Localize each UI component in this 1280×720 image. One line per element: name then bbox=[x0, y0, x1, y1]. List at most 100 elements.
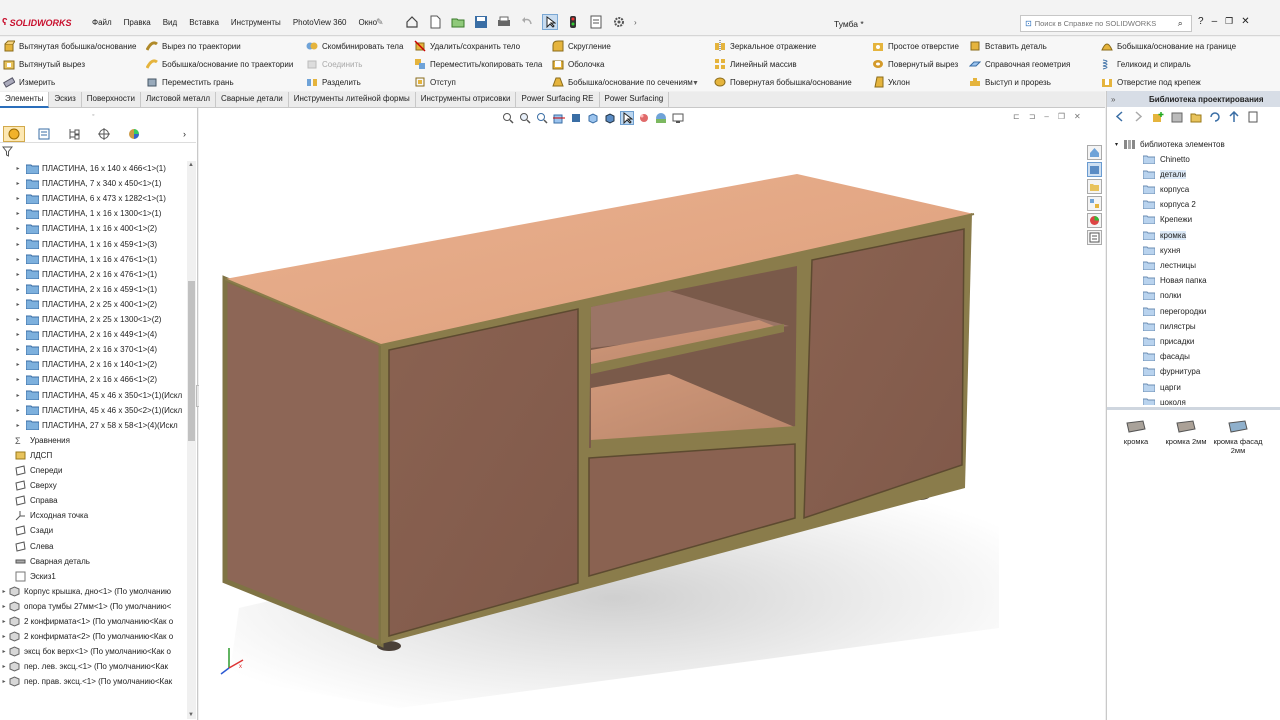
tab-sheet-metal[interactable]: Листовой металл bbox=[141, 92, 217, 108]
expand-arrow-icon[interactable]: ▸ bbox=[14, 271, 22, 278]
solidworks-resources-icon[interactable] bbox=[1087, 145, 1102, 160]
library-folder[interactable]: детали bbox=[1143, 167, 1187, 181]
tree-item-plate[interactable]: ▸ ПЛАСТИНА, 16 x 140 x 466<1>(1) bbox=[0, 161, 186, 176]
filter-icon[interactable] bbox=[2, 146, 13, 157]
add-file-location-icon[interactable] bbox=[1170, 110, 1183, 123]
design-library-icon[interactable] bbox=[1087, 162, 1102, 177]
tree-item-equations[interactable]: Σ Уравнения bbox=[0, 433, 186, 448]
tree-item-component[interactable]: ▸ 2 конфирмата<1> (По умолчанию<Как о bbox=[0, 614, 186, 629]
reference-geometry-button[interactable]: Справочная геометрия bbox=[969, 57, 1070, 71]
linear-pattern-button[interactable]: Линейный массив bbox=[714, 57, 797, 71]
menu-edit[interactable]: Правка bbox=[124, 18, 151, 27]
up-one-level-icon[interactable] bbox=[1227, 110, 1240, 123]
add-to-library-icon[interactable] bbox=[1151, 110, 1164, 123]
hole-wizard-button[interactable]: Отверстие под крепеж bbox=[1101, 75, 1201, 89]
menu-photoview[interactable]: PhotoView 360 bbox=[293, 18, 347, 27]
home-icon[interactable] bbox=[404, 14, 420, 30]
tree-item-plate[interactable]: ▸ ПЛАСТИНА, 2 x 16 x 476<1>(1) bbox=[0, 267, 186, 282]
tab-surfaces[interactable]: Поверхности bbox=[82, 92, 141, 108]
library-folder[interactable]: цоколя bbox=[1143, 395, 1186, 405]
measure-button[interactable]: Измерить bbox=[3, 75, 55, 89]
help-icon[interactable]: ? bbox=[1198, 16, 1204, 27]
expand-arrow-icon[interactable]: ▸ bbox=[0, 678, 8, 685]
display-manager-tab-icon[interactable] bbox=[123, 126, 145, 142]
tab-power-surfacing[interactable]: Power Surfacing bbox=[600, 92, 670, 108]
tree-item-plate[interactable]: ▸ ПЛАСТИНА, 45 x 46 x 350<1>(1)(Искл bbox=[0, 388, 186, 403]
search-magnifier-icon[interactable]: ⌕ bbox=[1178, 18, 1183, 29]
minimize-icon[interactable]: – bbox=[1212, 16, 1218, 27]
revolved-cut-button[interactable]: Повернутый вырез bbox=[872, 57, 958, 71]
simple-hole-button[interactable]: Простое отверстие bbox=[872, 39, 959, 53]
tree-item-plate[interactable]: ▸ ПЛАСТИНА, 6 x 473 x 1282<1>(1) bbox=[0, 191, 186, 206]
tree-item-weldment[interactable]: Сварная деталь bbox=[0, 554, 186, 569]
tree-item-plate[interactable]: ▸ ПЛАСТИНА, 1 x 16 x 459<1>(3) bbox=[0, 237, 186, 252]
expand-arrow-icon[interactable]: ▸ bbox=[14, 225, 22, 232]
library-folder[interactable]: Новая папка bbox=[1143, 274, 1207, 288]
tree-item-component[interactable]: ▸ опора тумбы 27мм<1> (По умолчанию< bbox=[0, 599, 186, 614]
print-icon[interactable] bbox=[496, 14, 512, 30]
panel-expand-icon[interactable]: › bbox=[183, 129, 186, 139]
delete-keep-body-button[interactable]: Удалить/сохранить тело bbox=[414, 39, 520, 53]
property-manager-tab-icon[interactable] bbox=[33, 126, 55, 142]
library-folder[interactable]: фасады bbox=[1143, 350, 1190, 364]
library-splitter[interactable] bbox=[1107, 407, 1280, 410]
tab-and-slot-button[interactable]: Выступ и прорезь bbox=[969, 75, 1051, 89]
expand-arrow-icon[interactable]: ▸ bbox=[0, 663, 8, 670]
tree-item-plate[interactable]: ▸ ПЛАСТИНА, 2 x 16 x 449<1>(4) bbox=[0, 327, 186, 342]
tree-item-component[interactable]: ▸ Корпус крышка, дно<1> (По умолчанию bbox=[0, 584, 186, 599]
library-folder[interactable]: фурнитура bbox=[1143, 365, 1200, 379]
expand-arrow-icon[interactable]: ▸ bbox=[14, 346, 22, 353]
mirror-button[interactable]: Зеркальное отражение bbox=[714, 39, 816, 53]
tree-item-component[interactable]: ▸ пер. лев. эксц.<1> (По умолчанию<Как bbox=[0, 659, 186, 674]
library-folder[interactable]: Chinetto bbox=[1143, 152, 1190, 166]
expand-arrow-icon[interactable]: ▸ bbox=[0, 618, 8, 625]
expand-arrow-icon[interactable]: ▸ bbox=[14, 241, 22, 248]
tree-item-plate[interactable]: ▸ ПЛАСТИНА, 1 x 16 x 476<1>(1) bbox=[0, 252, 186, 267]
save-icon[interactable] bbox=[473, 14, 489, 30]
menu-file[interactable]: Файл bbox=[92, 18, 112, 27]
tab-features[interactable]: Элементы bbox=[0, 92, 50, 108]
combine-bodies-button[interactable]: Скомбинировать тела bbox=[306, 39, 403, 53]
configuration-manager-tab-icon[interactable] bbox=[63, 126, 85, 142]
fillet-dropdown-icon[interactable]: ▼ bbox=[692, 80, 699, 87]
cabinet-3d-model[interactable]: x bbox=[199, 108, 1105, 720]
traffic-light-icon[interactable] bbox=[565, 14, 581, 30]
view-palette-icon[interactable] bbox=[1087, 196, 1102, 211]
menu-tools[interactable]: Инструменты bbox=[231, 18, 281, 27]
close-icon[interactable]: ✕ bbox=[1241, 16, 1249, 27]
tree-item-plate[interactable]: ▸ ПЛАСТИНА, 1 x 16 x 1300<1>(1) bbox=[0, 206, 186, 221]
menu-insert[interactable]: Вставка bbox=[189, 18, 219, 27]
tree-item-plate[interactable]: ▸ ПЛАСТИНА, 45 x 46 x 350<2>(1)(Искл bbox=[0, 403, 186, 418]
tree-scrollbar-thumb[interactable] bbox=[188, 281, 195, 441]
tab-markup-tools[interactable]: Инструменты отрисовки bbox=[416, 92, 517, 108]
expand-arrow-icon[interactable]: ▸ bbox=[14, 195, 22, 202]
split-button[interactable]: Разделить bbox=[306, 75, 361, 89]
expand-arrow-icon[interactable]: ▸ bbox=[14, 407, 22, 414]
tree-item-component[interactable]: ▸ эксц бок верх<1> (По умолчанию<Как о bbox=[0, 644, 186, 659]
select-arrow-icon[interactable] bbox=[542, 14, 558, 30]
tree-item-plate[interactable]: ▸ ПЛАСТИНА, 2 x 25 x 1300<1>(2) bbox=[0, 312, 186, 327]
tab-sketch[interactable]: Эскиз bbox=[49, 92, 82, 108]
library-folder[interactable]: лестницы bbox=[1143, 258, 1196, 272]
tree-item-component[interactable]: ▸ 2 конфирмата<2> (По умолчанию<Как о bbox=[0, 629, 186, 644]
library-folder[interactable]: пилястры bbox=[1143, 319, 1196, 333]
feature-tree-tab-icon[interactable] bbox=[3, 125, 25, 142]
shell-button[interactable]: Оболочка bbox=[552, 57, 604, 71]
library-folder[interactable]: кромка bbox=[1143, 228, 1187, 242]
appearances-scenes-icon[interactable] bbox=[1087, 213, 1102, 228]
scroll-down-icon[interactable]: ▼ bbox=[188, 712, 194, 718]
cabinet-left-door[interactable] bbox=[388, 308, 579, 637]
dimxpert-tab-icon[interactable] bbox=[93, 126, 115, 142]
swept-boss-button[interactable]: Бобышка/основание по траектории bbox=[146, 57, 293, 71]
draft-button[interactable]: Уклон bbox=[872, 75, 910, 89]
tree-item-plane-right[interactable]: Справа bbox=[0, 493, 186, 508]
library-collapse-icon[interactable]: » bbox=[1111, 95, 1115, 104]
expand-arrow-icon[interactable]: ▸ bbox=[14, 376, 22, 383]
library-item[interactable]: кромка фасад 2мм bbox=[1213, 415, 1263, 455]
tree-item-plate[interactable]: ▸ ПЛАСТИНА, 2 x 16 x 370<1>(4) bbox=[0, 342, 186, 357]
tree-item-plate[interactable]: ▸ ПЛАСТИНА, 2 x 16 x 140<1>(2) bbox=[0, 357, 186, 372]
library-folder[interactable]: кухня bbox=[1143, 243, 1180, 257]
expand-arrow-icon[interactable]: ▸ bbox=[14, 392, 22, 399]
library-item[interactable]: кромка bbox=[1111, 415, 1161, 446]
tree-scrollbar[interactable]: ▲ ▼ bbox=[187, 161, 196, 719]
